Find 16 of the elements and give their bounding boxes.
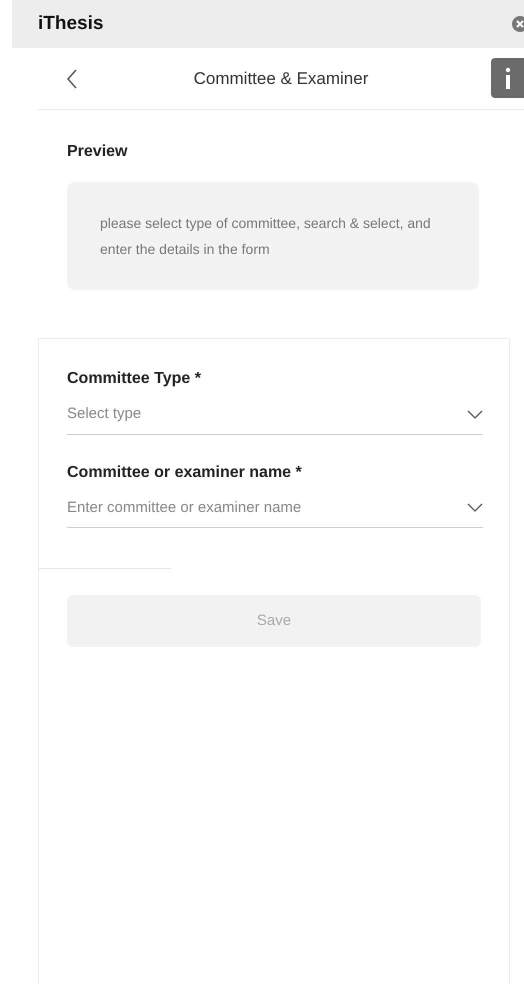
dropdown-input[interactable]: Enter committee or examiner name [67, 496, 467, 519]
app-title: iThesis [38, 12, 104, 36]
chevron-down-icon [467, 410, 483, 419]
close-icon[interactable] [510, 15, 524, 33]
dropdown-field[interactable]: Enter committee or examiner name [67, 496, 483, 528]
field-label: Committee Type * [67, 369, 202, 389]
chevron-down-icon [467, 503, 483, 512]
preview-message: please select type of committee, search & select, and enter the details in the form [100, 214, 432, 259]
preview-label: Preview [67, 142, 128, 162]
dropdown-field[interactable]: Select type [67, 403, 483, 434]
chevron-left-icon [66, 68, 78, 90]
page-title: Committee & Examiner [194, 68, 368, 90]
info-button[interactable] [491, 58, 524, 98]
dropdown-input[interactable]: Select type [67, 403, 467, 426]
info-icon [504, 67, 510, 89]
field-label: Committee or examiner name * [67, 462, 303, 482]
